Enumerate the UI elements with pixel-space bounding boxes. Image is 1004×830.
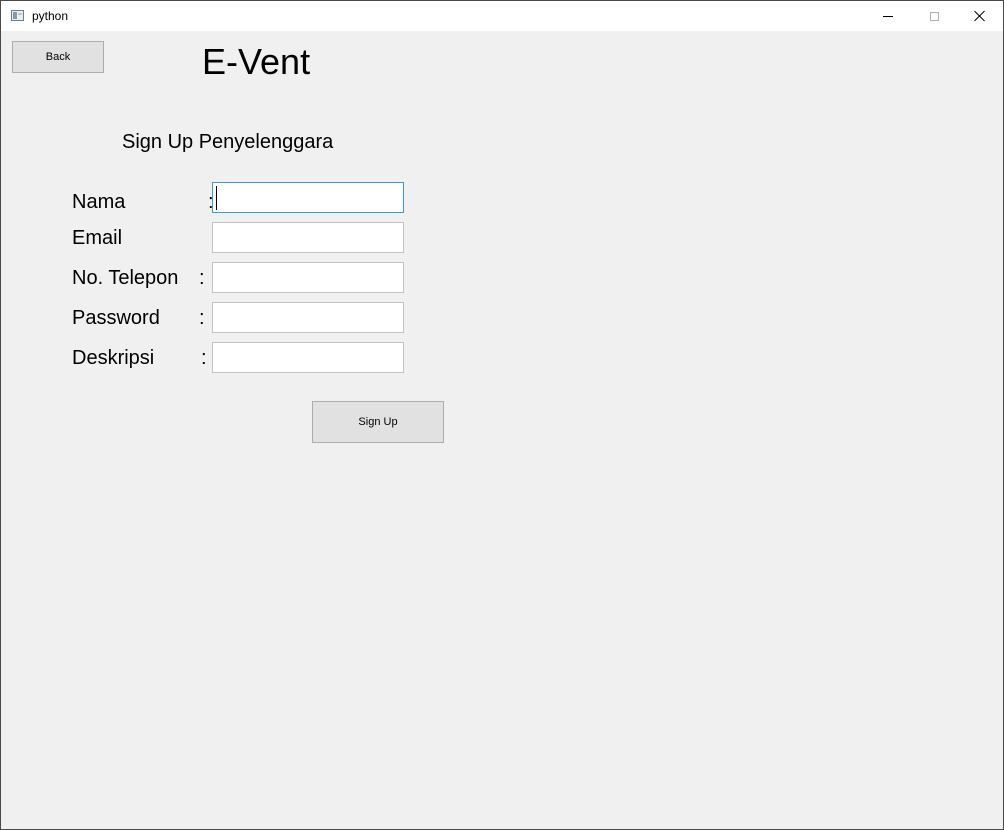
back-button[interactable]: Back [12,41,104,73]
telepon-colon: : [199,267,205,289]
maximize-icon [929,11,939,21]
email-label: Email [72,227,123,249]
email-input[interactable] [212,222,404,253]
telepon-label: No. Telepon [72,267,179,289]
nama-input[interactable] [212,182,404,213]
minimize-button[interactable] [865,1,911,31]
minimize-icon [883,15,893,17]
maximize-button[interactable] [911,1,957,31]
password-label: Password [72,307,160,329]
deskripsi-label: Deskripsi [72,347,155,369]
password-colon: : [199,307,205,329]
deskripsi-colon: : [201,347,207,369]
app-title: E-Vent [202,41,311,82]
app-window: python Back E-Vent Sign Up Penyelenggara… [0,0,1004,830]
deskripsi-input[interactable] [212,342,404,373]
nama-label: Nama [72,191,126,213]
title-bar[interactable]: python [1,1,1003,31]
telepon-input[interactable] [212,262,404,293]
text-caret [216,186,217,210]
sign-up-button[interactable]: Sign Up [312,401,444,443]
close-button[interactable] [957,1,1003,31]
page-subtitle: Sign Up Penyelenggara [122,131,334,153]
close-icon [974,10,986,22]
window-title: python [32,9,69,23]
python-app-icon [11,10,24,21]
password-input[interactable] [212,302,404,333]
